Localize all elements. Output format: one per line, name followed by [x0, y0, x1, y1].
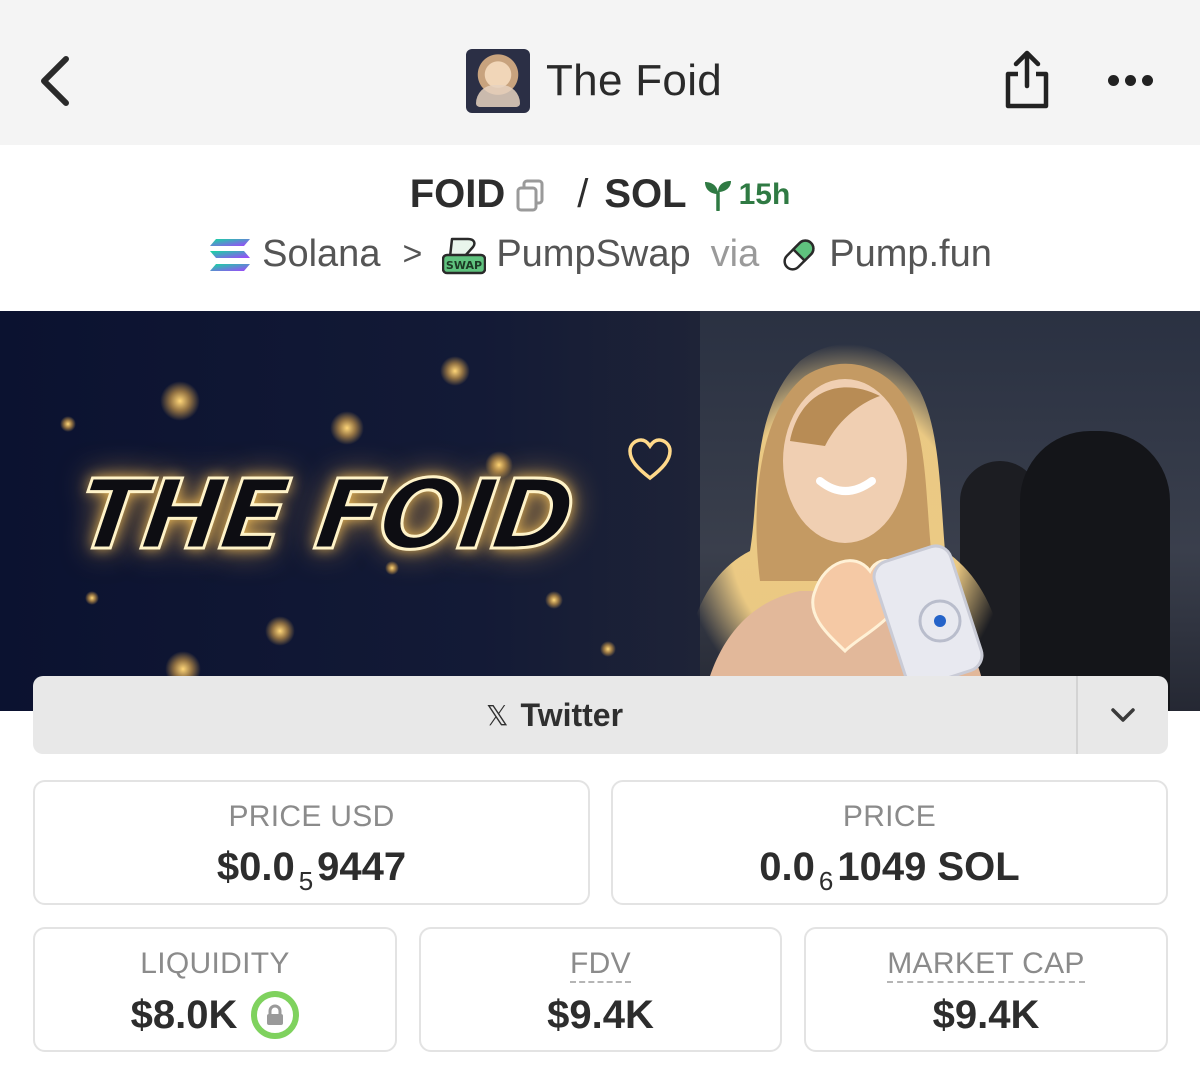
dex-link[interactable]: SWAP PumpSwap	[442, 233, 691, 276]
chevron-down-icon	[1111, 708, 1135, 722]
price-usd-label: PRICE USD	[228, 800, 395, 833]
price-usd-zero-count: 5	[298, 866, 314, 896]
token-avatar	[466, 49, 530, 113]
banner-crowd	[1020, 431, 1170, 711]
back-button[interactable]	[36, 55, 76, 107]
sparkle	[330, 411, 364, 445]
quote-symbol: SOL	[604, 172, 687, 216]
top-nav-bar: The Foid	[0, 0, 1200, 145]
socials-bar: 𝕏 Twitter	[33, 676, 1168, 754]
pumpswap-icon: SWAP	[442, 237, 487, 274]
pill-icon	[783, 238, 815, 271]
token-title[interactable]: The Foid	[466, 48, 722, 114]
twitter-label: Twitter	[520, 696, 624, 733]
more-icon-dot	[1142, 74, 1153, 86]
fdv-label: FDV	[570, 947, 631, 983]
fdv-card[interactable]: FDV $9.4K	[419, 927, 782, 1052]
page-title: The Foid	[546, 56, 723, 105]
price-usd-prefix: $0.0	[216, 845, 295, 889]
more-icon	[1108, 74, 1119, 86]
base-symbol: FOID	[409, 172, 506, 216]
route-separator: >	[402, 235, 423, 273]
liquidity-card: LIQUIDITY $8.0K	[33, 927, 397, 1052]
sparkle	[440, 356, 470, 386]
route-breadcrumb: Solana > SWAP PumpSwap via Pump.fun	[0, 233, 1200, 276]
sparkle	[160, 381, 200, 421]
share-icon	[1005, 50, 1049, 109]
fdv-value: $9.4K	[547, 993, 654, 1037]
market-cap-card[interactable]: MARKET CAP $9.4K	[804, 927, 1168, 1052]
sparkle	[600, 641, 616, 657]
price-native-card: PRICE 0.0 6 1049 SOL	[611, 780, 1168, 905]
lock-icon	[267, 1004, 284, 1025]
more-icon-dot	[1125, 74, 1136, 86]
pair-separator: /	[577, 172, 589, 216]
sparkle	[545, 591, 563, 609]
price-usd-value: $0.0 5 9447	[35, 844, 588, 896]
via-label: via	[710, 233, 760, 275]
price-native-digits: 1049 SOL	[837, 845, 1020, 889]
solana-icon	[210, 238, 251, 271]
token-banner: THE FOID	[0, 311, 1200, 711]
dex-name: PumpSwap	[496, 233, 691, 275]
socials-dropdown-button[interactable]	[1076, 676, 1168, 754]
sprout-icon	[704, 180, 731, 211]
chain-link[interactable]: Solana	[208, 233, 380, 276]
copy-icon	[516, 179, 544, 211]
share-button[interactable]	[1003, 50, 1051, 110]
more-button[interactable]	[1108, 70, 1156, 90]
price-native-prefix: 0.0	[759, 845, 815, 889]
price-usd-digits: 9447	[317, 845, 407, 889]
pair-age-badge: 15h	[703, 177, 791, 212]
banner-person	[680, 344, 1010, 711]
price-native-label: PRICE	[842, 800, 937, 833]
twitter-link-button[interactable]: 𝕏 Twitter	[33, 676, 1076, 754]
chain-name: Solana	[262, 233, 381, 275]
liquidity-lock-badge[interactable]	[251, 991, 300, 1039]
price-native-value: 0.0 6 1049 SOL	[613, 844, 1166, 896]
back-chevron-icon	[41, 56, 69, 106]
sparkle	[60, 416, 76, 432]
pair-age: 15h	[738, 177, 791, 211]
liquidity-value: $8.0K	[130, 992, 238, 1037]
price-native-zero-count: 6	[818, 866, 834, 896]
market-cap-value: $9.4K	[932, 993, 1040, 1037]
x-logo-icon: 𝕏	[485, 699, 509, 731]
dex-badge-text: SWAP	[446, 259, 482, 272]
liquidity-label: LIQUIDITY	[140, 947, 290, 980]
sparkle	[265, 616, 295, 646]
price-usd-card: PRICE USD $0.0 5 9447	[33, 780, 590, 905]
market-cap-label: MARKET CAP	[887, 947, 1085, 983]
launchpad-name: Pump.fun	[829, 233, 992, 275]
liquidity-value-row: $8.0K	[35, 991, 395, 1039]
heart-icon	[628, 438, 672, 481]
pair-heading: FOID / SOL 15h	[0, 172, 1200, 217]
sparkle	[85, 591, 99, 605]
banner-headline: THE FOID	[71, 458, 581, 573]
launchpad-link[interactable]: Pump.fun	[779, 233, 992, 276]
copy-address-button[interactable]	[515, 178, 545, 212]
